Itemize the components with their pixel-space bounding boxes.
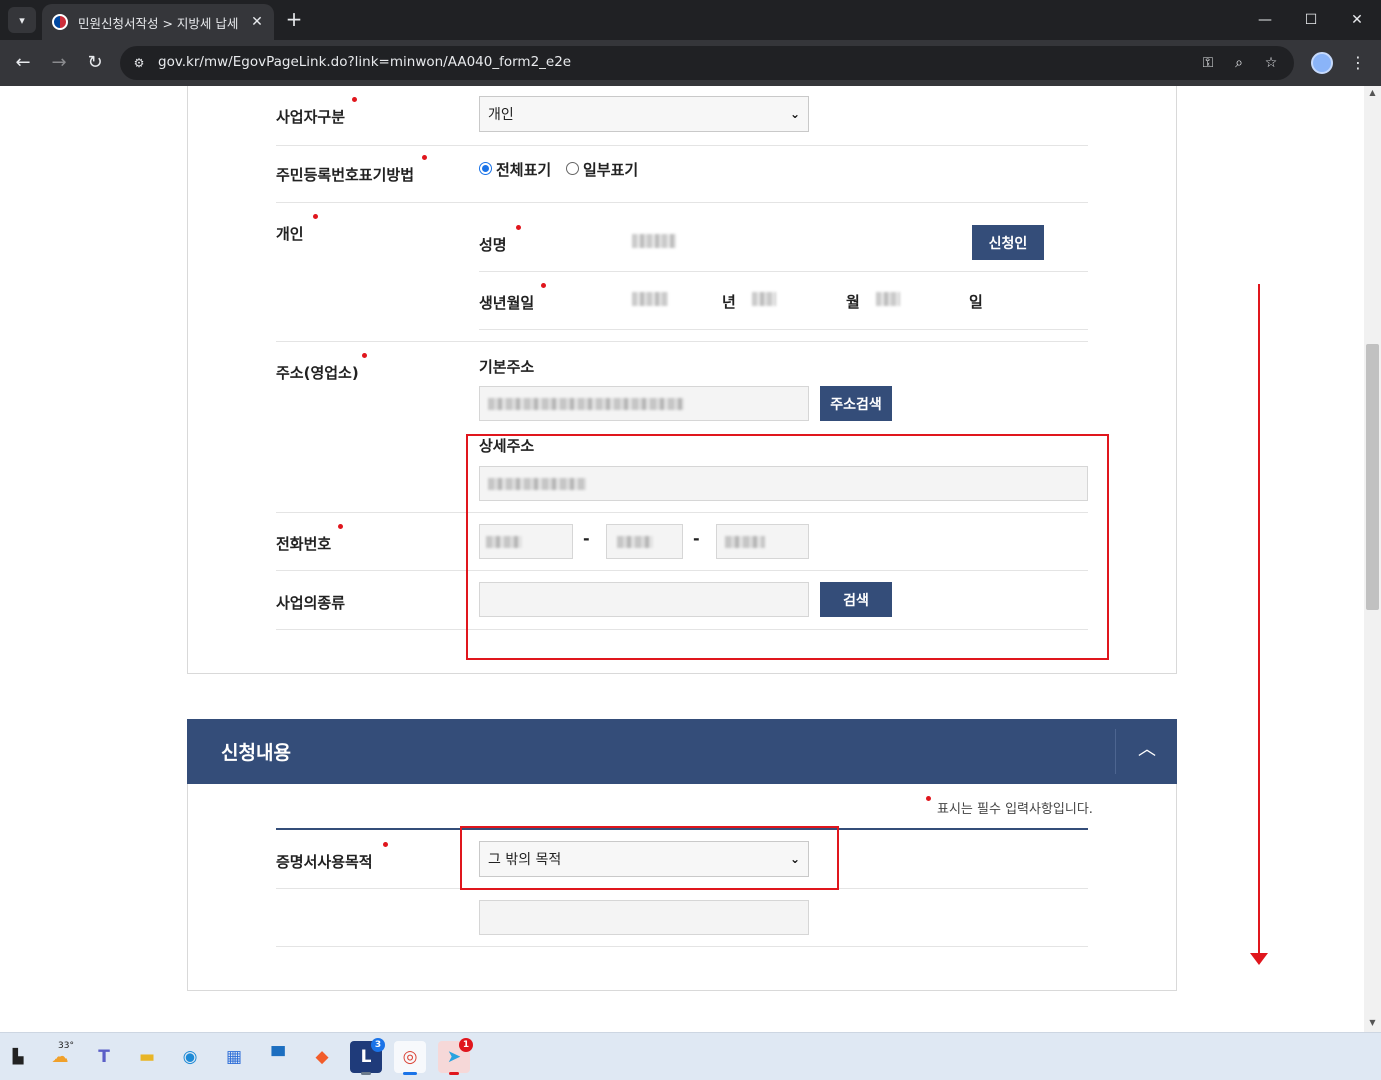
business-kind-label: 사업의종류 xyxy=(276,594,346,612)
business-type-value: 개인 xyxy=(488,107,514,123)
business-type-label: 사업자구분 xyxy=(276,108,346,126)
forward-button[interactable]: → xyxy=(47,51,71,75)
name-label: 성명 xyxy=(479,236,507,254)
day-unit: 일 xyxy=(969,293,983,311)
url-text[interactable]: gov.kr/mw/EgovPageLink.do?link=minwon/AA… xyxy=(158,54,571,70)
required-dot xyxy=(352,97,357,102)
row-divider xyxy=(276,341,1088,342)
address-search-button[interactable]: 주소검색 xyxy=(820,386,892,421)
purpose-detail-input[interactable] xyxy=(479,900,809,935)
annotation-highlight-box xyxy=(466,434,1109,660)
file-explorer-icon[interactable]: ▬ xyxy=(131,1041,163,1073)
row-divider xyxy=(479,271,1088,272)
browser-menu-icon[interactable]: ⋮ xyxy=(1348,51,1368,75)
close-icon[interactable]: ✕ xyxy=(248,14,266,30)
minimize-button[interactable]: — xyxy=(1250,8,1280,32)
basic-address-label: 기본주소 xyxy=(479,358,535,376)
birthdate-label: 생년월일 xyxy=(479,294,535,312)
zoom-icon[interactable]: ⌕ xyxy=(1228,53,1250,73)
launcher-badge: 3 xyxy=(371,1038,385,1052)
annotation-highlight-box xyxy=(460,826,839,890)
chevron-down-icon: ⌄ xyxy=(789,107,800,121)
store-icon[interactable]: ▦ xyxy=(218,1041,250,1073)
annotation-arrow-line xyxy=(1258,284,1260,956)
basic-address-input[interactable] xyxy=(479,386,809,421)
rrn-partial-label[interactable]: 일부표기 xyxy=(583,159,638,180)
remote-desktop-icon[interactable]: ▀ xyxy=(262,1041,294,1073)
required-note: 표시는 필수 입력사항입니다. xyxy=(937,802,1093,817)
address-bar[interactable]: ⚙ gov.kr/mw/EgovPageLink.do?link=minwon/… xyxy=(120,46,1294,80)
scrollbar-thumb[interactable] xyxy=(1366,344,1379,610)
telegram-icon[interactable]: ➤ 1 xyxy=(438,1038,473,1075)
application-section-header: 신청내용 ︿ xyxy=(187,719,1177,784)
tab-search-button[interactable]: ▾ xyxy=(8,7,36,33)
row-divider xyxy=(276,946,1088,947)
running-indicator xyxy=(449,1072,459,1075)
profile-avatar[interactable] xyxy=(1311,52,1333,74)
required-dot xyxy=(338,524,343,529)
birth-year-redacted xyxy=(632,292,668,306)
birth-month-redacted xyxy=(752,292,776,306)
rrn-full-radio[interactable] xyxy=(479,162,492,175)
site-info-icon[interactable]: ⚙ xyxy=(130,54,148,72)
year-unit: 년 xyxy=(722,293,736,311)
annotation-arrow-head xyxy=(1250,953,1268,965)
bookmark-star-icon[interactable]: ☆ xyxy=(1260,53,1282,73)
close-window-button[interactable]: ✕ xyxy=(1342,8,1372,32)
row-divider xyxy=(276,145,1088,146)
scroll-down-arrow-icon[interactable]: ▼ xyxy=(1364,1018,1381,1030)
windows-taskbar: ▙ ☁ 33° T ▬ ◉ ▦ ▀ ◆ L 3 ◎ ➤ 1 xyxy=(0,1032,1381,1080)
tab-title: 민원신청서작성 > 지방세 납세 xyxy=(78,15,239,31)
business-type-select[interactable]: 개인 ⌄ xyxy=(479,96,809,132)
gov-taegeuk-icon xyxy=(52,14,68,30)
month-unit: 월 xyxy=(846,293,860,311)
active-indicator xyxy=(403,1072,417,1075)
launcher-app-icon[interactable]: L 3 xyxy=(350,1038,385,1075)
maximize-button[interactable]: ☐ xyxy=(1296,8,1326,32)
edge-icon[interactable]: ◉ xyxy=(174,1041,206,1073)
purpose-label: 증명서사용목적 xyxy=(276,853,373,871)
row-divider xyxy=(276,202,1088,203)
back-button[interactable]: ← xyxy=(11,51,35,75)
browser-toolbar: ← → ↻ ⚙ gov.kr/mw/EgovPageLink.do?link=m… xyxy=(0,40,1381,86)
application-section-title: 신청내용 xyxy=(221,742,291,764)
chevron-up-icon[interactable]: ︿ xyxy=(1132,735,1162,765)
reload-button[interactable]: ↻ xyxy=(83,51,107,75)
required-dot xyxy=(383,842,388,847)
password-key-icon[interactable]: ⚿ xyxy=(1197,53,1219,73)
rrn-full-label[interactable]: 전체표기 xyxy=(496,159,551,180)
rrn-display-label: 주민등록번호표기방법 xyxy=(276,166,415,184)
required-dot xyxy=(422,155,427,160)
row-divider xyxy=(479,329,1088,330)
required-dot xyxy=(516,225,521,230)
individual-label: 개인 xyxy=(276,225,304,243)
required-dot xyxy=(313,214,318,219)
weather-temperature: 33° xyxy=(58,1041,74,1051)
birth-day-redacted xyxy=(876,292,900,306)
header-divider xyxy=(1115,729,1116,774)
address-label: 주소(영업소) xyxy=(276,364,359,382)
browser-tab-active[interactable]: 민원신청서작성 > 지방세 납세 ✕ xyxy=(42,4,274,40)
phone-label: 전화번호 xyxy=(276,535,332,553)
required-dot xyxy=(541,283,546,288)
applicant-fill-button[interactable]: 신청인 xyxy=(972,225,1044,260)
show-desktop-icon[interactable]: ▙ xyxy=(2,1041,34,1073)
running-indicator xyxy=(361,1072,371,1075)
page-viewport: 사업자구분 개인 ⌄ 주민등록번호표기방법 전체표기 일부표기 개인 성명 신청… xyxy=(0,86,1364,1032)
browser-tab-bar: ▾ 민원신청서작성 > 지방세 납세 ✕ + — ☐ ✕ xyxy=(0,0,1381,40)
telegram-badge: 1 xyxy=(459,1038,473,1052)
required-dot xyxy=(926,796,931,801)
basic-address-redacted xyxy=(488,398,684,410)
brave-icon[interactable]: ◆ xyxy=(306,1041,338,1073)
name-value-redacted xyxy=(632,234,676,248)
teams-icon[interactable]: T xyxy=(88,1041,120,1073)
required-dot xyxy=(362,353,367,358)
rrn-partial-radio[interactable] xyxy=(566,162,579,175)
new-tab-button[interactable]: + xyxy=(282,8,306,32)
scroll-up-arrow-icon[interactable]: ▲ xyxy=(1364,88,1381,100)
page-scrollbar[interactable]: ▲ ▼ xyxy=(1364,86,1381,1032)
chrome-icon[interactable]: ◎ xyxy=(394,1041,426,1075)
